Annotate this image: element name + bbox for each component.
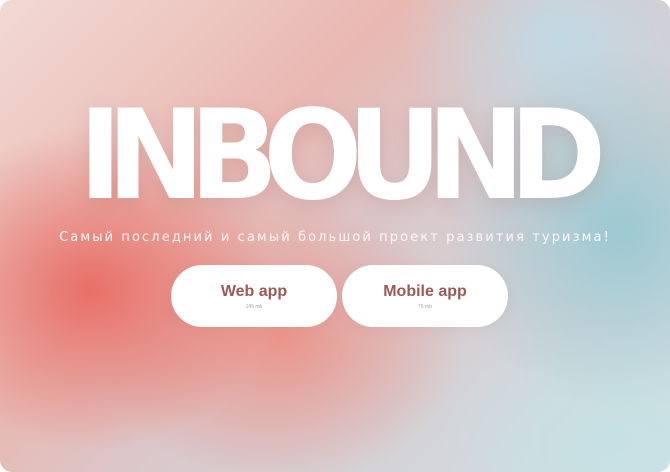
mobile-app-button[interactable]: Mobile app 76 mb [342,265,508,327]
web-app-button-label: Web app [220,283,288,300]
brand-title: INBOUND [78,84,607,228]
web-app-size: 145 mb [245,304,263,310]
mobile-app-size: 76 mb [418,304,432,310]
web-app-button[interactable]: Web app 145 mb [171,265,337,327]
tagline: Самый последний и самый большой проект р… [59,230,611,245]
hero-background: INBOUND Самый последний и самый большой … [0,0,670,472]
mobile-app-button-label: Mobile app [383,283,467,300]
